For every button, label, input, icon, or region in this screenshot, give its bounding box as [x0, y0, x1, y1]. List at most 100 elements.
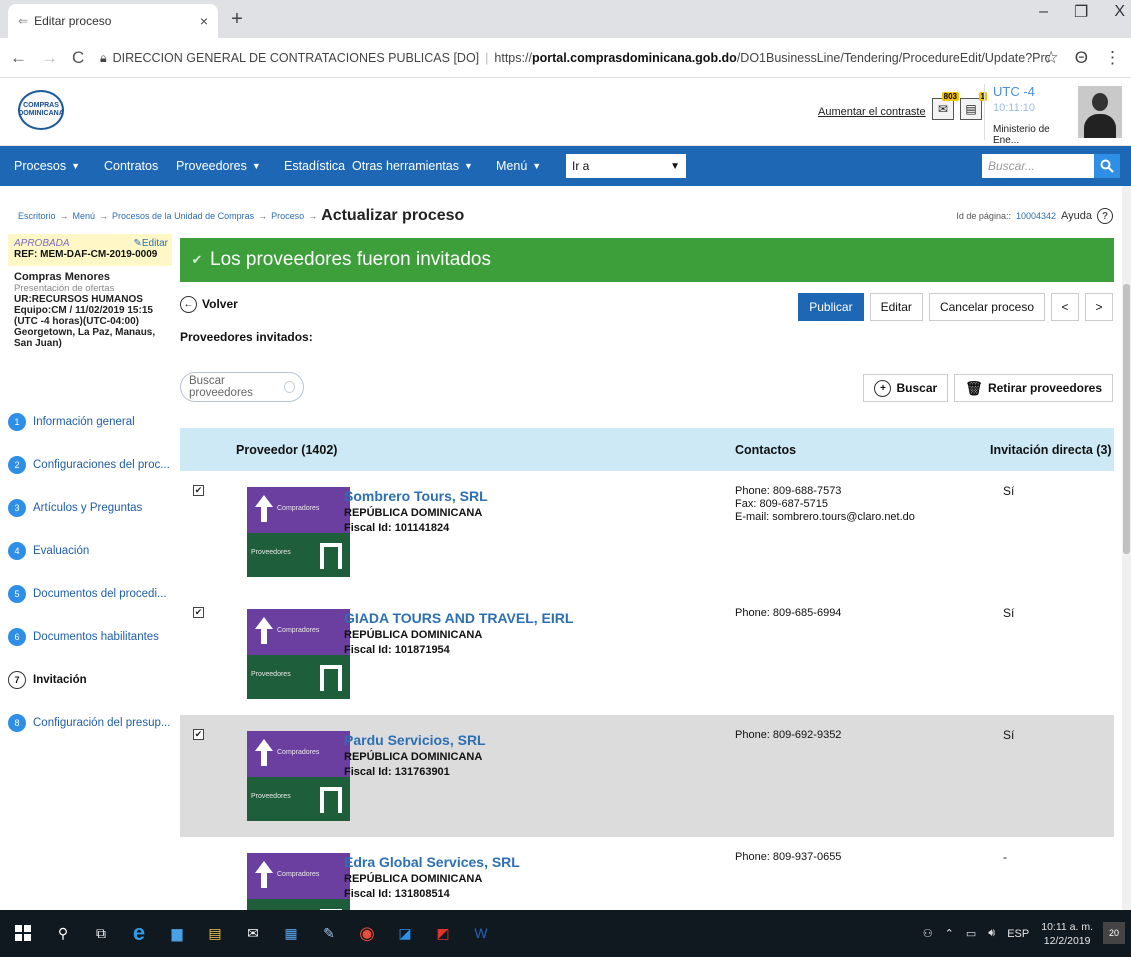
nav-procesos[interactable]: Procesos ▼ [14, 146, 80, 186]
goto-select[interactable]: Ir a ▼ [566, 154, 686, 178]
caret-down-icon: ▼ [532, 161, 542, 171]
row-checkbox[interactable]: ✔ [193, 485, 204, 496]
search-icon[interactable] [1094, 154, 1120, 178]
user-box[interactable]: UTC -4 10:11:10 Ministerio de Ene... [984, 84, 1072, 146]
col-contacts[interactable]: Contactos [735, 428, 796, 471]
nav-estadistica[interactable]: Estadística [284, 146, 345, 186]
provider-logo: Compradores Proveedores [247, 731, 350, 821]
step-evaluacion[interactable]: 4 Evaluación [8, 529, 172, 572]
prev-button[interactable]: < [1051, 293, 1079, 321]
breadcrumb-menu[interactable]: Menú [73, 211, 96, 221]
provider-logo: Compradores Proveedores [247, 853, 350, 910]
reload-icon[interactable]: C [72, 48, 84, 68]
star-icon[interactable]: ☆ [1044, 48, 1059, 68]
contrast-link[interactable]: Aumentar el contraste [818, 106, 926, 118]
global-search-input[interactable]: Buscar... [982, 154, 1094, 178]
volume-icon[interactable]: 🔊︎ [988, 927, 995, 940]
url-field[interactable]: 🔒︎ DIRECCION GENERAL DE CONTRATACIONES P… [100, 45, 1050, 71]
tray-chevron-icon[interactable]: ⌃ [945, 927, 954, 940]
language-indicator[interactable]: ESP [1007, 928, 1029, 940]
banner-text: Los proveedores fueron invitados [210, 249, 491, 270]
breadcrumb-escritorio[interactable]: Escritorio [18, 211, 56, 221]
nav-contratos[interactable]: Contratos [104, 146, 158, 186]
step-documentos-procedimiento[interactable]: 5 Documentos del procedi... [8, 572, 172, 615]
forward-arrow-icon[interactable]: → [41, 48, 58, 68]
search-providers-button[interactable]: + Buscar [863, 374, 949, 402]
app-icon[interactable]: ▦ [280, 922, 302, 944]
nav-proveedores[interactable]: Proveedores ▼ [176, 146, 261, 186]
cancel-process-button[interactable]: Cancelar proceso [928, 293, 1045, 321]
breadcrumb-proceso[interactable]: Proceso [271, 211, 304, 221]
table-row: Compradores Proveedores Edra Global Serv… [180, 837, 1114, 910]
minimize-icon[interactable]: – [1039, 3, 1048, 21]
organization-name: Ministerio de Ene... [993, 124, 1050, 146]
close-window-icon[interactable]: X [1114, 3, 1125, 21]
new-tab-icon[interactable]: + [222, 4, 252, 34]
network-icon[interactable]: ▭ [966, 927, 976, 940]
task-view-icon[interactable]: ⧉ [90, 922, 112, 944]
chrome-icon[interactable]: ◉ [356, 922, 378, 944]
action-center-icon[interactable]: 20 [1103, 922, 1125, 944]
avatar[interactable] [1078, 86, 1122, 138]
direct-invite-value: Sí [1003, 728, 1015, 742]
step-articulos[interactable]: 3 Artículos y Preguntas [8, 486, 172, 529]
nav-menu[interactable]: Menú ▼ [496, 146, 541, 186]
menu-dots-icon[interactable]: ⋮ [1104, 48, 1121, 68]
scrollbar-thumb[interactable] [1123, 284, 1130, 554]
timezone: UTC -4 10:11:10 [993, 84, 1036, 114]
help-link[interactable]: Ayuda [1061, 210, 1092, 222]
provider-name-link[interactable]: Pardu Servicios, SRL [344, 732, 486, 748]
step-informacion-general[interactable]: 1 Información general [8, 400, 172, 443]
provider-name-link[interactable]: Sombrero Tours, SRL [344, 488, 488, 504]
paint-icon[interactable]: ✎ [318, 922, 340, 944]
help-icon[interactable]: ? [1097, 208, 1113, 224]
row-checkbox[interactable]: ✔ [193, 607, 204, 618]
provider-name-link[interactable]: Edra Global Services, SRL [344, 854, 520, 870]
publish-button[interactable]: Publicar [798, 293, 864, 321]
process-meta: Compras Menores Presentación de ofertas … [8, 266, 172, 350]
taskbar-search-icon[interactable]: ⚲ [52, 922, 74, 944]
provider-search-input[interactable]: Buscar proveedores [180, 372, 304, 402]
mail-app-icon[interactable]: ✉ [242, 922, 264, 944]
pdf-icon[interactable]: ◩ [432, 922, 454, 944]
row-checkbox[interactable]: ✔ [193, 729, 204, 740]
edit-ref-link[interactable]: ✎Editar [133, 238, 168, 249]
back-arrow-icon[interactable]: ← [10, 48, 27, 68]
document-app-icon[interactable]: ◪ [394, 922, 416, 944]
provider-name-link[interactable]: GIADA TOURS AND TRAVEL, EIRL [344, 610, 573, 626]
folder-icon[interactable]: ▆ [166, 922, 188, 944]
tab-close-icon[interactable]: × [200, 13, 208, 29]
taskbar-clock[interactable]: 10:11 a. m. 12/2/2019 [1041, 920, 1093, 948]
remove-providers-button[interactable]: 🗑︎ Retirar proveedores [954, 374, 1113, 402]
dropdown-arrow-icon: ▼ [670, 160, 680, 172]
tab-title: Editar proceso [34, 14, 112, 28]
edit-button[interactable]: Editar [869, 293, 923, 321]
nav-otras-herramientas[interactable]: Otras herramientas ▼ [352, 146, 473, 186]
step-invitacion[interactable]: 7 Invitación [8, 658, 172, 701]
back-button[interactable]: ← Volver [180, 293, 238, 315]
step-configuracion-presupuesto[interactable]: 8 Configuración del presup... [8, 701, 172, 744]
edge-icon[interactable]: e [128, 920, 150, 945]
mail-badge: 803 [941, 92, 959, 101]
provider-country: REPÚBLICA DOMINICANA [344, 629, 483, 641]
step-documentos-habilitantes[interactable]: 6 Documentos habilitantes [8, 615, 172, 658]
col-invite[interactable]: Invitación directa (3) [990, 428, 1112, 471]
address-bar-row: ← → C 🔒︎ DIRECCION GENERAL DE CONTRATACI… [0, 38, 1131, 78]
tasks-icon[interactable]: ▤ 1 [960, 92, 987, 120]
breadcrumb-procesos[interactable]: Procesos de la Unidad de Compras [112, 211, 254, 221]
windows-start-icon[interactable] [12, 922, 34, 944]
notifications: ✉ 803 ▤ 1 [932, 92, 987, 120]
provider-fiscal-id: Fiscal Id: 101141824 [344, 522, 450, 534]
next-button[interactable]: > [1085, 293, 1113, 321]
col-provider[interactable]: Proveedor (1402) [236, 428, 337, 471]
browser-tab[interactable]: ⇐ Editar proceso × [8, 4, 218, 38]
word-icon[interactable]: W [470, 922, 492, 944]
restore-icon[interactable]: ❐ [1074, 2, 1088, 22]
people-icon[interactable]: ⚇ [923, 927, 933, 940]
mail-icon[interactable]: ✉ 803 [932, 92, 959, 120]
search-ring-icon [283, 381, 295, 393]
profile-icon[interactable]: Θ [1075, 48, 1088, 68]
step-configuraciones[interactable]: 2 Configuraciones del proc... [8, 443, 172, 486]
store-icon[interactable]: ▤ [204, 922, 226, 944]
site-logo[interactable]: COMPRAS DOMINICANA [18, 90, 64, 130]
